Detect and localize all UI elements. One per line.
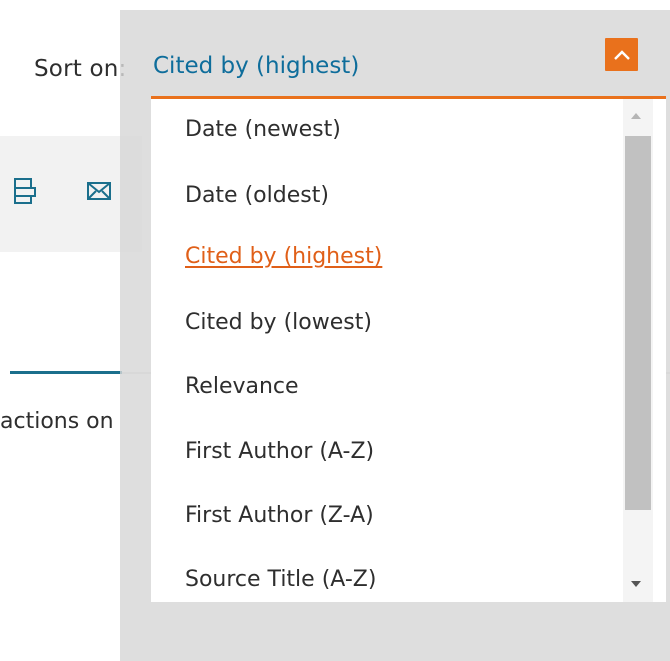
sort-select-value[interactable]: Cited by (highest)	[153, 53, 359, 79]
sort-option-cited-lowest[interactable]: Cited by (lowest)	[185, 310, 372, 335]
sort-option-cited-highest[interactable]: Cited by (highest)	[185, 244, 382, 269]
sort-option-first-author-za[interactable]: First Author (Z-A)	[185, 503, 374, 528]
actions-text: actions on	[0, 409, 114, 434]
sort-select-toggle[interactable]	[605, 38, 638, 71]
sort-option-source-title-az[interactable]: Source Title (A-Z)	[185, 567, 376, 592]
sort-label: Sort on:	[34, 56, 127, 82]
chevron-up-icon	[613, 49, 630, 60]
scroll-down-arrow-icon[interactable]	[631, 581, 641, 587]
dropdown-scrollbar[interactable]	[623, 99, 653, 602]
sort-option-relevance[interactable]: Relevance	[185, 374, 299, 399]
sort-options-list: Date (newest) Date (oldest) Cited by (hi…	[151, 99, 666, 602]
active-tab-indicator	[10, 371, 122, 374]
mail-icon[interactable]	[86, 178, 112, 204]
sort-option-date-oldest[interactable]: Date (oldest)	[185, 183, 329, 208]
print-icon[interactable]	[12, 178, 38, 204]
scroll-thumb[interactable]	[625, 136, 651, 510]
sort-option-date-newest[interactable]: Date (newest)	[185, 117, 341, 142]
sort-option-first-author-az[interactable]: First Author (A-Z)	[185, 439, 374, 464]
scroll-up-arrow-icon[interactable]	[631, 113, 641, 119]
